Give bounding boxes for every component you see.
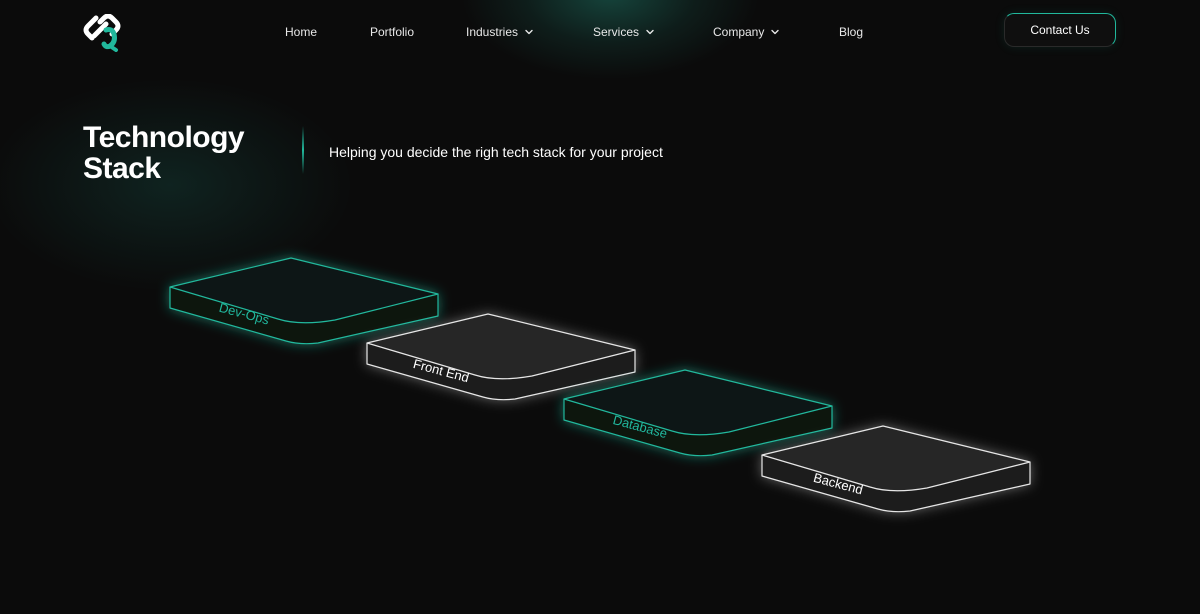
page: Home Portfolio Industries Services Compa… — [0, 0, 1200, 614]
tile-backend[interactable]: Backend — [762, 426, 1030, 512]
tech-stack-tiles: Dev-Ops Front End Database Backend — [0, 0, 1200, 614]
tile-database[interactable]: Database — [564, 370, 832, 456]
tile-front-end[interactable]: Front End — [367, 314, 635, 400]
tile-dev-ops[interactable]: Dev-Ops — [170, 258, 438, 344]
